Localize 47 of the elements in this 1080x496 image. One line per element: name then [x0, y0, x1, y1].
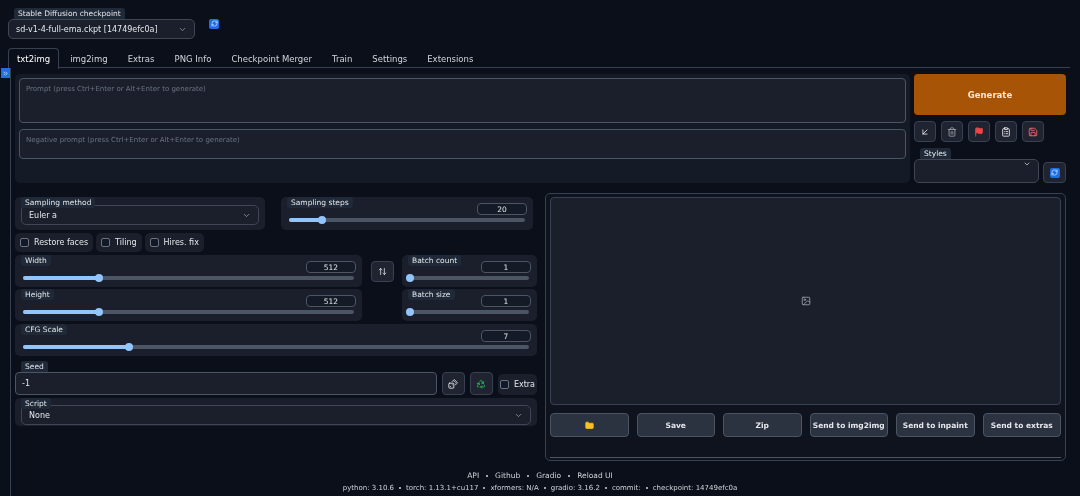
trash-icon — [947, 126, 957, 137]
tab[interactable]: Extras — [118, 48, 164, 68]
arrow-icon — [920, 126, 930, 137]
checkbox[interactable]: Restore faces — [15, 233, 94, 252]
tool-button[interactable] — [1022, 121, 1044, 142]
slider-track[interactable] — [23, 276, 354, 280]
tool-button[interactable] — [941, 121, 963, 142]
random-seed-button[interactable] — [441, 372, 465, 395]
checkbox[interactable]: Extra — [497, 374, 537, 395]
tab[interactable]: txt2img — [8, 48, 60, 69]
seed-field[interactable]: -1 — [15, 372, 437, 395]
swap-button[interactable] — [370, 261, 394, 282]
tool-button[interactable] — [968, 121, 990, 142]
reuse-seed-button[interactable] — [469, 372, 493, 395]
tab[interactable]: Settings — [363, 48, 417, 68]
checkbox[interactable]: Tiling — [96, 233, 142, 252]
caret-icon — [1023, 160, 1032, 168]
slider-thumb[interactable] — [318, 216, 327, 224]
slider-track[interactable] — [289, 218, 525, 222]
clipboard-icon — [1001, 126, 1011, 137]
image-icon — [800, 296, 811, 306]
checkbox[interactable]: Hires. fix — [144, 233, 204, 252]
refresh-button[interactable] — [1043, 162, 1066, 183]
slider-thumb[interactable] — [406, 274, 414, 282]
tab[interactable]: img2img — [61, 48, 117, 68]
tool-button[interactable] — [914, 121, 936, 142]
slider-thumb[interactable] — [125, 343, 134, 351]
tool-button[interactable] — [995, 121, 1017, 142]
flag-icon — [974, 126, 984, 137]
slider-track[interactable] — [23, 345, 529, 349]
slider-thumb[interactable] — [406, 308, 414, 316]
folder-icon — [584, 420, 594, 430]
generate-button[interactable]: Generate — [914, 74, 1066, 115]
checkpoint-dropdown[interactable]: sd-v1-4-full-ema.ckpt [14749efc0a] — [8, 19, 195, 39]
tab[interactable]: Checkpoint Merger — [222, 48, 321, 68]
swap-icon — [377, 267, 387, 276]
tab[interactable]: Train — [322, 48, 362, 68]
dice-icon — [448, 378, 459, 389]
slider-thumb[interactable] — [95, 308, 104, 316]
slider-thumb[interactable] — [95, 274, 104, 282]
open-folder-button[interactable] — [550, 413, 629, 437]
tab[interactable]: Extensions — [418, 48, 483, 68]
refresh-icon — [1049, 167, 1060, 178]
tab[interactable]: PNG Info — [165, 48, 221, 68]
slider-track[interactable] — [23, 310, 354, 314]
recycle-icon — [476, 378, 487, 389]
refresh-icon[interactable] — [209, 18, 219, 29]
